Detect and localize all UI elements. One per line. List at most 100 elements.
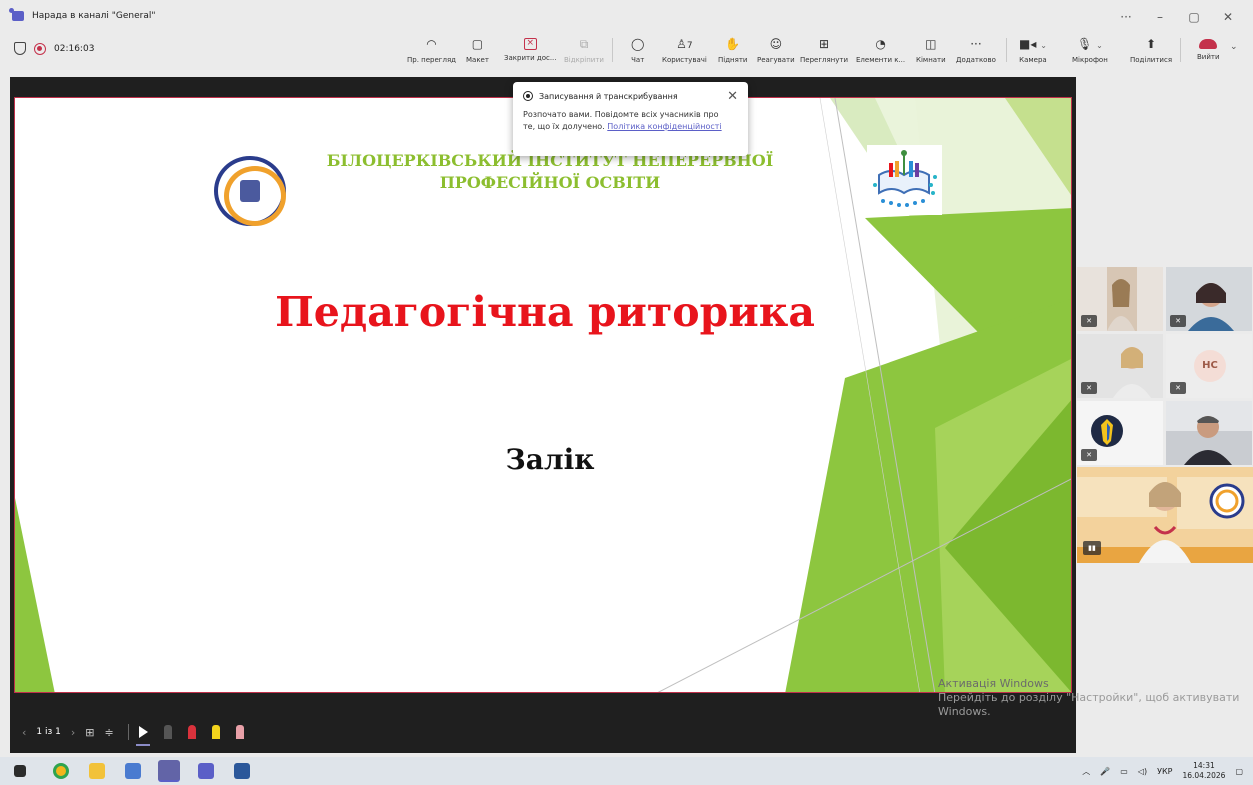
meeting-timer: 02:16:03 [54,43,95,54]
institute-logo [214,156,286,226]
mic-off-icon: ✕ [1081,315,1097,327]
participant-tile-large[interactable]: ▮▮ [1077,467,1253,563]
close-share-icon: × [523,38,537,50]
recording-notification: Записування й транскрибування ✕ Розпочат… [513,82,748,156]
unpin-icon: ⧉ [579,37,589,51]
chrome-icon[interactable] [53,763,69,779]
slide-left-triangle [15,498,55,692]
clock[interactable]: 14:31 16.04.2026 [1182,761,1225,781]
participant-tile[interactable] [1166,401,1252,465]
participant-tile[interactable]: ✕ [1166,267,1252,331]
toolbar-separator [612,38,613,62]
chat-button[interactable]: ◯ Чат [631,36,644,64]
show-hidden-icons-icon[interactable]: ︿ [1082,766,1090,777]
mic-off-icon: ✕ [1081,382,1097,394]
network-icon[interactable]: ▭ [1120,767,1128,776]
start-icon[interactable] [14,765,26,777]
settings-sliders-icon[interactable]: ≑ [105,726,114,739]
more-icon: ··· [970,37,982,51]
eraser-tool-icon[interactable] [163,725,172,739]
shield-icon [14,42,26,55]
grid-view-icon[interactable]: ⊞ [85,726,94,739]
participant-tile[interactable]: НС ✕ [1166,334,1252,398]
participant-count: 7 [686,41,693,51]
mic-icon: 🎙 ⌄ [1077,37,1103,51]
participant-tile[interactable]: ✕ [1077,401,1163,465]
participant-tile[interactable]: ✕ [1077,267,1163,331]
raise-hand-button[interactable]: ✋ Підняти [718,36,747,64]
mic-off-icon: ✕ [1170,315,1186,327]
minimize-button[interactable]: – [1143,6,1177,28]
language-indicator[interactable]: УКР [1157,767,1172,776]
watermark-line1: Активація Windows [938,677,1049,690]
share-button[interactable]: ⬆ Поділитися [1130,36,1172,64]
file-explorer-icon[interactable] [89,763,105,779]
apps-button[interactable]: ◔ Елементи к... [856,36,905,64]
eraser-pink-icon[interactable] [235,725,244,739]
mic-button[interactable]: 🎙 ⌄ Мікрофон [1072,36,1108,64]
word-icon[interactable] [234,763,250,779]
slide-title: Педагогічна риторика [275,288,815,336]
window-controls: ··· – ▢ ✕ [1109,6,1245,28]
people-button[interactable]: ♙7 Користувачі [662,36,707,64]
clock-time: 14:31 [1193,761,1215,770]
unpin-button[interactable]: ⧉ Відкріпити [564,36,604,64]
share-icon: ⬆ [1145,37,1157,51]
rooms-button[interactable]: ◫ Кімнати [916,36,946,64]
mic-tray-icon[interactable]: 🎤 [1100,767,1110,776]
raise-hand-icon: ✋ [725,37,741,51]
close-window-button[interactable]: ✕ [1211,6,1245,28]
notifications-icon[interactable]: ▢ [1235,767,1243,776]
stop-sharing-button[interactable]: × Закрити дос... [504,36,557,62]
title-bar: Нарада в каналі "General" ··· – ▢ ✕ [0,0,1253,32]
teams-taskbar-icon[interactable] [158,760,180,782]
more-button[interactable]: ··· Додатково [956,36,996,64]
people-icon: ♙7 [676,37,693,51]
apps-icon: ◔ [875,37,886,51]
layout-button[interactable]: ▢ Макет [466,36,489,64]
next-slide-icon[interactable]: › [71,726,75,739]
controls-separator [127,724,129,740]
meeting-toolbar: 02:16:03 ◠ Пр. перегляд ▢ Макет × Закрит… [0,32,1253,72]
window-title: Нарада в каналі "General" [32,11,156,21]
laser-pointer-icon[interactable] [135,726,150,746]
teams-classic-icon[interactable] [198,763,214,779]
slide-subtitle: Залік [505,443,595,476]
institute-name-line2: ПРОФЕСІЙНОЇ ОСВІТИ [439,173,661,192]
book-logo [867,145,942,215]
view-button[interactable]: ⊞ Переглянути [800,36,848,64]
rooms-icon: ◫ [925,37,937,51]
layout-icon: ▢ [471,37,484,51]
recording-icon[interactable] [34,42,46,55]
windows-taskbar: ︿ 🎤 ▭ ◁) УКР 14:31 16.04.2026 ▢ [0,757,1253,785]
react-button[interactable]: ☺ Реагувати [757,36,795,64]
avatar: НС [1194,350,1226,382]
restore-button[interactable]: ▢ [1177,6,1211,28]
camera-icon: ■◂ ⌄ [1019,37,1047,51]
prev-slide-icon[interactable]: ‹ [22,726,26,739]
highlighter-tool-icon[interactable] [211,725,220,739]
watermark-line2: Перейдіть до розділу "Настройки", щоб ак… [938,691,1240,704]
pen-tool-icon[interactable] [187,725,196,739]
more-options-button[interactable]: ··· [1109,6,1143,28]
institute-name: БІЛОЦЕРКІВСЬКИЙ ІНСТИТУТ НЕПЕРЕРВНОЇ ПРО… [315,150,785,194]
privacy-policy-link[interactable]: Політика конфіденційності [607,122,721,131]
notification-title: Записування й транскрибування [539,91,678,101]
leave-options-chevron-icon[interactable]: ⌄ [1230,42,1238,52]
react-icon: ☺ [769,37,783,51]
slide-counter: 1 із 1 [36,727,61,737]
camera-button[interactable]: ■◂ ⌄ Камера [1019,36,1047,64]
system-tray: ︿ 🎤 ▭ ◁) УКР 14:31 16.04.2026 ▢ [1082,761,1243,781]
leave-button[interactable]: Вийти [1197,36,1220,61]
toolbar-separator [1180,38,1181,62]
toolbar-separator [1006,38,1007,62]
participant-tile[interactable]: ✕ [1077,334,1163,398]
store-icon[interactable] [125,763,141,779]
view-icon: ⊞ [818,37,830,51]
slide-controls: ‹ 1 із 1 › ⊞ ≑ [22,720,260,746]
preview-button[interactable]: ◠ Пр. перегляд [407,36,456,64]
volume-icon[interactable]: ◁) [1138,767,1147,776]
leave-icon [1199,39,1218,49]
activation-watermark: Активація Windows Перейдіть до розділу "… [938,677,1239,719]
close-icon[interactable]: ✕ [727,89,738,104]
